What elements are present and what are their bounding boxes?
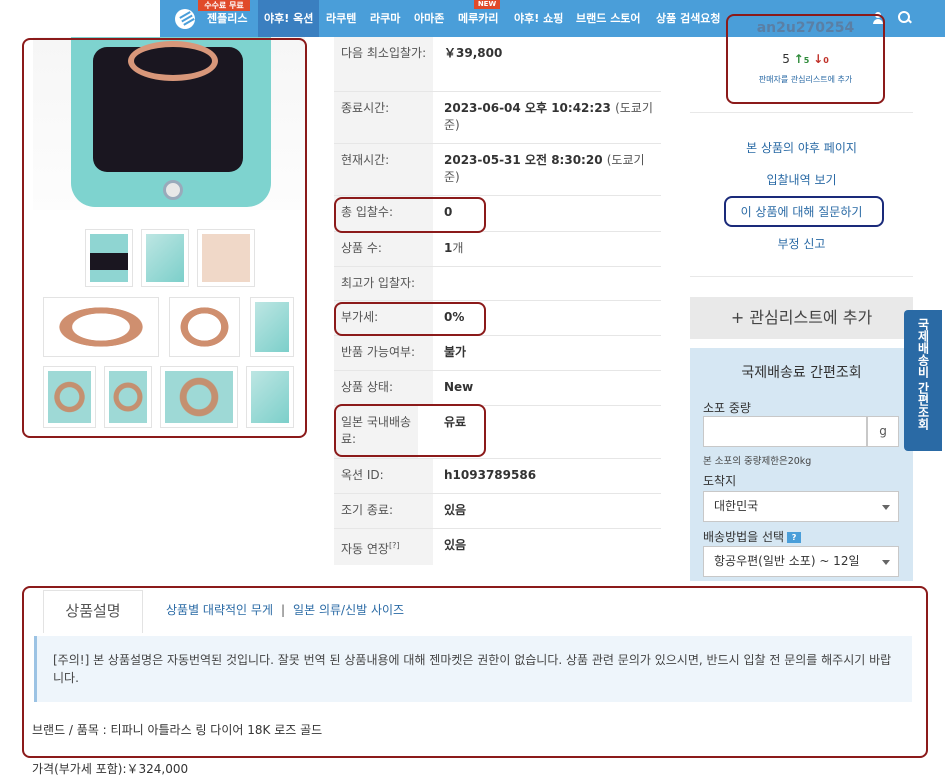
chevron-down-icon [882, 505, 890, 510]
report-link[interactable]: 부정 신고 [690, 235, 913, 252]
price-line: 가격(부가세 포함):￥324,000 [32, 762, 189, 776]
info-row-top-bidder: 최고가 입찰자: [334, 267, 661, 301]
weight-unit: g [867, 416, 899, 447]
add-seller-watchlist-link[interactable]: 판매자를 관심리스트에 추가 [728, 74, 883, 85]
total-bids-highlight [334, 197, 486, 233]
nav-item-amazon[interactable]: 아마존 [414, 11, 444, 27]
info-row-quantity: 상품 수: 1개 [334, 232, 661, 267]
info-row-early-end: 조기 종료: 있음 [334, 494, 661, 529]
help-icon[interactable]: ? [787, 532, 802, 543]
nav-item-yahoo-auction[interactable]: 야후! 옥션 [258, 0, 320, 37]
info-row-returns: 반품 가능여부: 불가 [334, 336, 661, 371]
auction-info-table: 다음 최소입찰가: ￥39,800 종료시간: 2023-06-04 오후 10… [334, 37, 661, 565]
weight-input[interactable] [703, 416, 867, 447]
gallery-highlight [22, 38, 307, 438]
nav-item-rakuten[interactable]: 라쿠텐 [326, 11, 356, 27]
nav-item-zenplus[interactable]: 젠플리스 [207, 11, 247, 27]
shipping-method-label: 배송방법을 선택? [703, 528, 802, 545]
nav-item-brand-store[interactable]: 브랜드 스토어 [576, 11, 641, 27]
nav-item-search-request[interactable]: 상품 검색요청 [656, 11, 721, 27]
weight-limit-note: 본 소포의 중량제한은20kg [703, 456, 812, 467]
thumbs-down-icon: ↓ [813, 52, 824, 66]
new-badge: NEW [474, 0, 500, 9]
add-to-watchlist-button[interactable]: + 관심리스트에 추가 [690, 297, 913, 339]
shipping-calculator-panel: 국제배송료 간편조회 소포 중량 g 본 소포의 중량제한은20kg 도착지 대… [690, 348, 913, 581]
nav-item-yahoo-shopping[interactable]: 야후! 쇼핑 [514, 11, 563, 27]
info-row-auto-extend: 자동 연장[?] 있음 [334, 529, 661, 565]
chevron-down-icon [882, 560, 890, 565]
yahoo-page-link[interactable]: 본 상품의 야후 페이지 [690, 139, 913, 156]
help-link[interactable]: [?] [389, 541, 400, 550]
shipping-method-select[interactable]: 항공우편(일반 소포) ~ 12일 [703, 546, 899, 577]
ask-question-highlight [724, 196, 884, 227]
shipping-calculator-side-tab[interactable]: 국제배송비 간편조회 [904, 310, 942, 451]
seller-rating: 5 ↑5 ↓0 [782, 52, 829, 66]
free-fee-badge: 수수료 무료 [198, 0, 250, 11]
seller-info-box: an2u270254 5 ↑5 ↓0 판매자를 관심리스트에 추가 [726, 14, 885, 104]
weight-label: 소포 중량 [703, 401, 751, 415]
info-row-condition: 상품 상태: New [334, 371, 661, 406]
info-row-auction-id: 옥션 ID: h1093789586 [334, 459, 661, 494]
thumbs-up-icon: ↑ [793, 52, 804, 66]
divider [690, 112, 913, 113]
tax-highlight [334, 302, 486, 336]
zenplus-logo-icon[interactable] [175, 9, 195, 29]
description-highlight [22, 586, 928, 758]
info-row-next-min-bid: 다음 최소입찰가: ￥39,800 [334, 37, 661, 92]
divider [690, 276, 913, 277]
search-icon[interactable] [898, 11, 911, 24]
seller-id[interactable]: an2u270254 [728, 20, 883, 36]
bid-history-link[interactable]: 입찰내역 보기 [690, 171, 913, 188]
destination-select[interactable]: 대한민국 [703, 491, 899, 522]
nav-item-mercari[interactable]: 메루카리 [458, 11, 498, 27]
domestic-shipping-highlight [334, 404, 486, 457]
nav-item-rakuma[interactable]: 라쿠마 [370, 11, 400, 27]
info-row-current-time: 현재시간: 2023-05-31 오전 8:30:20 (도쿄기준) [334, 144, 661, 196]
shipping-calculator-title: 국제배송료 간편조회 [741, 365, 862, 381]
destination-label: 도착지 [703, 474, 737, 488]
info-row-end-time: 종료시간: 2023-06-04 오후 10:42:23 (도쿄기준) [334, 92, 661, 144]
page-root: { "nav": { "free_badge": "수수료 무료", "item… [0, 0, 945, 776]
